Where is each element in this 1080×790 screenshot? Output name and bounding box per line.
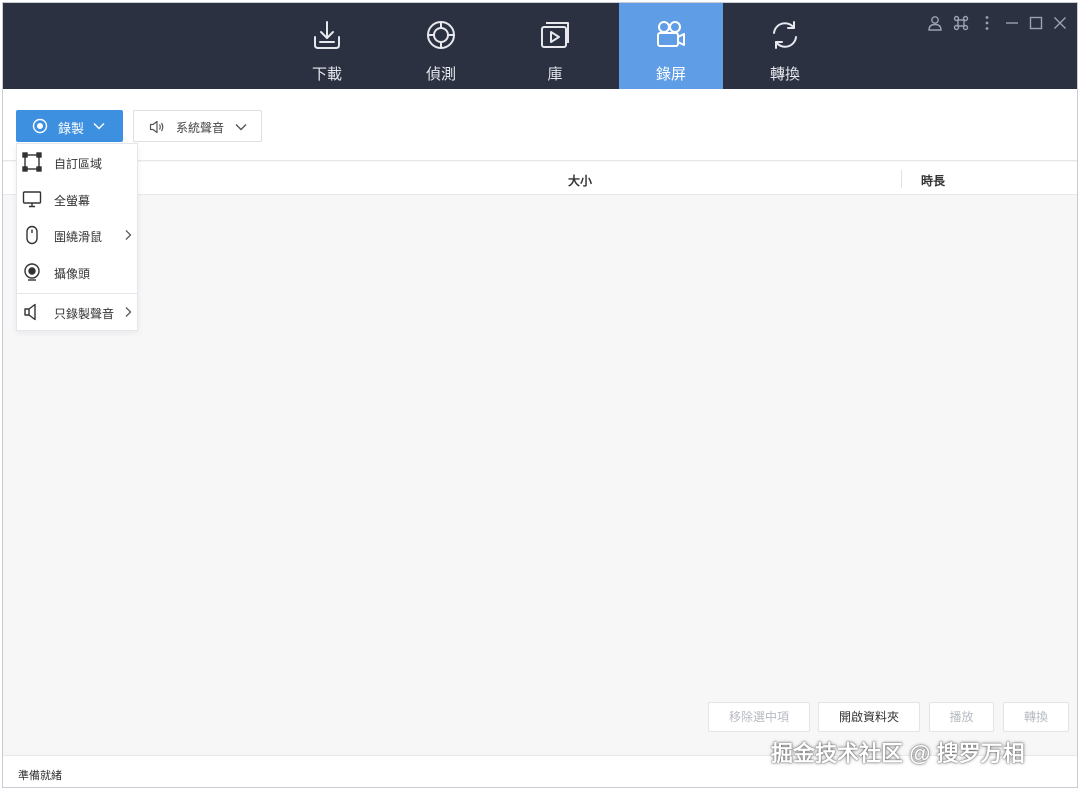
video-camera-icon (657, 21, 685, 47)
menu-item-custom-region[interactable]: 自訂區域 (17, 146, 137, 178)
maximize-icon (1029, 16, 1043, 30)
speaker-icon (149, 120, 164, 134)
shortcut-command-icon (953, 15, 969, 31)
speaker-icon (24, 303, 36, 321)
webcam-icon (24, 263, 40, 281)
record-mode-menu: 自訂區域 全螢幕 圍繞滑鼠 攝像頭 只錄製聲音 (16, 143, 138, 331)
play-button[interactable]: 播放 (929, 702, 994, 732)
menu-item-label: 攝像頭 (54, 267, 91, 281)
column-divider (901, 170, 902, 188)
tab-convert-label: 轉換 (769, 66, 800, 83)
watermark-text: 掘金技术社区 @ 搜罗万相 (771, 741, 1025, 766)
status-text: 準備就緒 (18, 770, 62, 782)
tab-download-label: 下載 (311, 66, 342, 83)
close-button[interactable] (1052, 15, 1072, 35)
more-button[interactable] (979, 15, 999, 35)
top-nav-bar: 下載 偵測 庫 錄屏 轉換 (3, 3, 1077, 89)
menu-item-label: 圍繞滑鼠 (54, 230, 103, 244)
audio-source-dropdown[interactable]: 系統聲音 (133, 110, 262, 142)
tab-convert[interactable]: 轉換 (733, 3, 837, 89)
more-vertical-icon (985, 16, 989, 30)
record-toolbar: 錄製 系統聲音 (3, 89, 1077, 161)
custom-region-icon (22, 152, 42, 172)
recordings-table-header: 大小 時長 (3, 162, 1077, 195)
tab-detect[interactable]: 偵測 (389, 3, 493, 89)
column-duration[interactable]: 時長 (921, 172, 945, 189)
library-icon (541, 22, 569, 48)
convert-icon (773, 21, 797, 49)
user-button[interactable] (927, 15, 947, 35)
close-icon (1054, 17, 1066, 29)
convert-button[interactable]: 轉換 (1003, 702, 1069, 732)
mouse-icon (26, 225, 38, 245)
shortcut-button[interactable] (953, 15, 973, 35)
tab-screen-record-label: 錄屏 (655, 66, 686, 83)
download-icon (314, 21, 340, 49)
user-icon (928, 16, 942, 31)
menu-item-webcam[interactable]: 攝像頭 (17, 256, 137, 288)
tab-library-label: 庫 (547, 66, 563, 83)
menu-divider (17, 293, 137, 294)
monitor-icon (22, 191, 42, 208)
tab-detect-label: 偵測 (425, 66, 456, 83)
record-button[interactable]: 錄製 (16, 110, 123, 142)
maximize-button[interactable] (1028, 15, 1048, 35)
menu-item-fullscreen[interactable]: 全螢幕 (17, 183, 137, 215)
tab-download[interactable]: 下載 (275, 3, 379, 89)
tab-screen-record[interactable]: 錄屏 (619, 3, 723, 89)
detect-target-icon (427, 21, 455, 49)
menu-item-audio-only[interactable]: 只錄製聲音 (17, 296, 137, 328)
chevron-right-icon (125, 307, 132, 317)
menu-item-label: 自訂區域 (54, 157, 103, 171)
record-icon (32, 118, 48, 134)
app-window: 下載 偵測 庫 錄屏 轉換 錄製 系統聲音 大小 時長 自訂區域 全螢幕 圍繞滑… (2, 2, 1078, 788)
record-button-label: 錄製 (58, 121, 85, 136)
recordings-list (3, 196, 1077, 752)
chevron-right-icon (125, 230, 132, 240)
column-size[interactable]: 大小 (568, 172, 592, 189)
open-folder-button[interactable]: 開啟資料夾 (818, 702, 920, 732)
chevron-down-icon (93, 123, 105, 130)
chevron-down-icon (235, 124, 247, 131)
audio-source-label: 系統聲音 (176, 121, 225, 135)
menu-item-label: 全螢幕 (54, 194, 91, 208)
minimize-button[interactable] (1004, 15, 1024, 35)
menu-item-around-mouse[interactable]: 圍繞滑鼠 (17, 219, 137, 251)
tab-library[interactable]: 庫 (503, 3, 607, 89)
remove-selected-button[interactable]: 移除選中項 (708, 702, 810, 732)
menu-item-label: 只錄製聲音 (54, 307, 115, 321)
minimize-icon (1006, 22, 1018, 24)
